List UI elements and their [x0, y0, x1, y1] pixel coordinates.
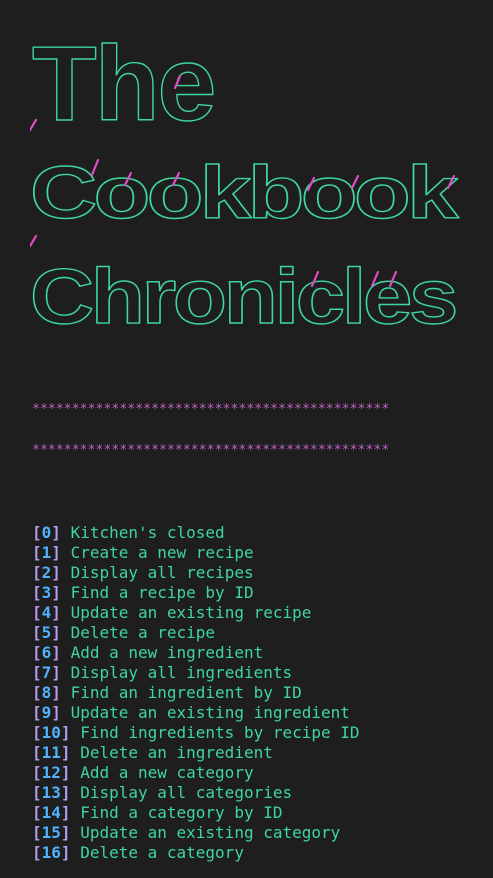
option-label: Update an existing category — [80, 823, 341, 842]
menu-option-9[interactable]: [9] Update an existing ingredient — [32, 703, 360, 723]
option-bracket-close: ] — [51, 603, 61, 622]
option-label: Find ingredients by recipe ID — [80, 723, 360, 742]
ascii-art-banner: The Cookbook Chronicles — [30, 10, 490, 330]
option-bracket-open: [ — [32, 803, 42, 822]
option-label: Kitchen's closed — [70, 523, 225, 542]
banner-line-cookbook: Cookbook — [30, 151, 460, 234]
divider-line-bottom: ****************************************… — [32, 443, 390, 458]
main-menu: [0] Kitchen's closed [1] Create a new rec… — [32, 523, 360, 863]
option-label: Find a category by ID — [80, 803, 283, 822]
option-bracket-open: [ — [32, 703, 42, 722]
option-bracket-open: [ — [32, 683, 42, 702]
option-label: Create a new recipe — [70, 543, 254, 562]
banner-line-the: The — [32, 25, 214, 143]
option-bracket-close: ] — [60, 783, 71, 802]
option-bracket-close: ] — [60, 823, 71, 842]
option-number: 6 — [41, 643, 52, 662]
option-number: 15 — [41, 823, 61, 842]
option-label: Display all ingredients — [70, 663, 293, 682]
option-bracket-open: [ — [32, 623, 42, 642]
terminal-window: The Cookbook Chronicles ****************… — [0, 0, 493, 878]
menu-option-16[interactable]: [16] Delete a category — [32, 843, 360, 863]
option-bracket-open: [ — [32, 563, 42, 582]
option-number: 1 — [41, 543, 52, 562]
option-bracket-close: ] — [51, 563, 61, 582]
option-label: Update an existing ingredient — [70, 703, 350, 722]
menu-option-10[interactable]: [10] Find ingredients by recipe ID — [32, 723, 360, 743]
option-number: 12 — [41, 763, 61, 782]
option-number: 16 — [41, 843, 61, 862]
option-bracket-open: [ — [32, 843, 42, 862]
option-label: Display all recipes — [70, 563, 254, 582]
option-label: Display all categories — [80, 783, 293, 802]
option-bracket-close: ] — [60, 843, 71, 862]
divider-line-top: ****************************************… — [32, 402, 390, 417]
option-bracket-open: [ — [32, 763, 42, 782]
option-bracket-close: ] — [60, 723, 71, 742]
option-bracket-open: [ — [32, 603, 42, 622]
menu-option-15[interactable]: [15] Update an existing category — [32, 823, 360, 843]
option-number: 2 — [41, 563, 52, 582]
option-bracket-open: [ — [32, 823, 42, 842]
option-number: 4 — [41, 603, 52, 622]
option-bracket-close: ] — [51, 623, 61, 642]
option-label: Add a new category — [80, 763, 254, 782]
option-label: Delete a recipe — [70, 623, 216, 642]
option-number: 8 — [41, 683, 52, 702]
option-bracket-close: ] — [51, 683, 61, 702]
menu-option-5[interactable]: [5] Delete a recipe — [32, 623, 360, 643]
option-bracket-close: ] — [51, 643, 61, 662]
menu-option-14[interactable]: [14] Find a category by ID — [32, 803, 360, 823]
option-number: 3 — [41, 583, 52, 602]
option-bracket-close: ] — [60, 743, 71, 762]
menu-option-8[interactable]: [8] Find an ingredient by ID — [32, 683, 360, 703]
option-bracket-open: [ — [32, 783, 42, 802]
option-bracket-close: ] — [60, 763, 71, 782]
option-bracket-open: [ — [32, 663, 42, 682]
option-bracket-open: [ — [32, 543, 42, 562]
option-bracket-open: [ — [32, 743, 42, 762]
option-bracket-open: [ — [32, 643, 42, 662]
option-number: 10 — [41, 723, 61, 742]
option-number: 0 — [41, 523, 52, 542]
option-bracket-open: [ — [32, 523, 42, 542]
option-bracket-close: ] — [51, 583, 61, 602]
option-number: 11 — [41, 743, 61, 762]
option-bracket-close: ] — [51, 663, 61, 682]
menu-option-11[interactable]: [11] Delete an ingredient — [32, 743, 360, 763]
option-label: Find an ingredient by ID — [70, 683, 302, 702]
option-number: 13 — [41, 783, 61, 802]
option-bracket-close: ] — [51, 523, 61, 542]
option-label: Delete an ingredient — [80, 743, 273, 762]
banner-line-chronicles: Chronicles — [30, 252, 456, 330]
option-label: Delete a category — [80, 843, 244, 862]
menu-option-3[interactable]: [3] Find a recipe by ID — [32, 583, 360, 603]
menu-option-6[interactable]: [6] Add a new ingredient — [32, 643, 360, 663]
ascii-banner-graphic: The Cookbook Chronicles — [30, 24, 464, 330]
option-number: 14 — [41, 803, 61, 822]
menu-option-4[interactable]: [4] Update an existing recipe — [32, 603, 360, 623]
option-bracket-open: [ — [32, 723, 42, 742]
option-number: 9 — [41, 703, 52, 722]
option-bracket-open: [ — [32, 583, 42, 602]
menu-option-2[interactable]: [2] Display all recipes — [32, 563, 360, 583]
option-label: Add a new ingredient — [70, 643, 264, 662]
option-bracket-close: ] — [51, 703, 61, 722]
menu-option-1[interactable]: [1] Create a new recipe — [32, 543, 360, 563]
option-number: 5 — [41, 623, 52, 642]
menu-option-13[interactable]: [13] Display all categories — [32, 783, 360, 803]
menu-option-0[interactable]: [0] Kitchen's closed — [32, 523, 360, 543]
option-bracket-close: ] — [60, 803, 71, 822]
option-label: Find a recipe by ID — [70, 583, 254, 602]
menu-option-12[interactable]: [12] Add a new category — [32, 763, 360, 783]
option-label: Update an existing recipe — [70, 603, 312, 622]
menu-option-7[interactable]: [7] Display all ingredients — [32, 663, 360, 683]
option-bracket-close: ] — [51, 543, 61, 562]
option-number: 7 — [41, 663, 52, 682]
